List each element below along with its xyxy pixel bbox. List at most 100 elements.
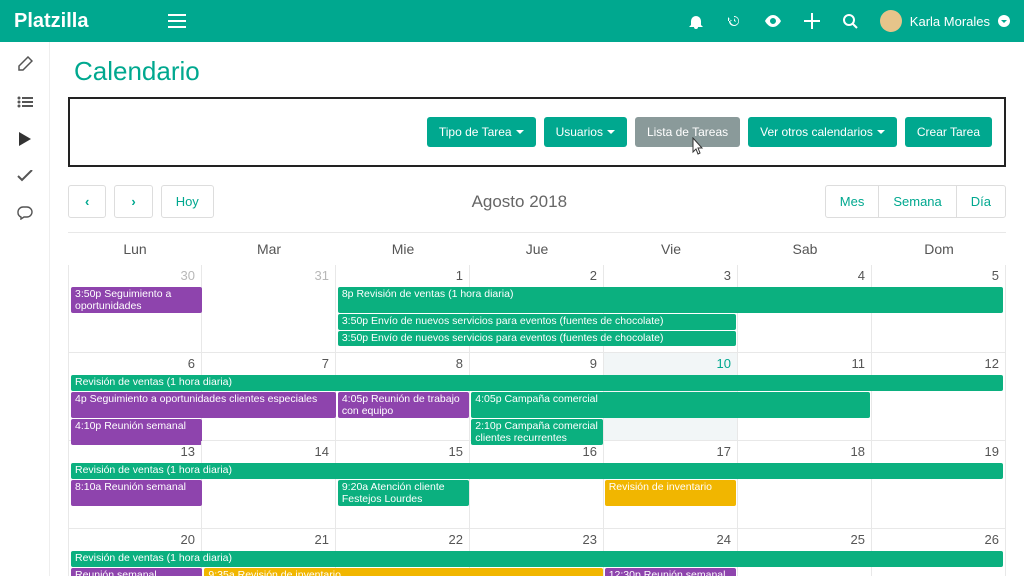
day-number: 4 xyxy=(858,268,865,283)
search-icon[interactable] xyxy=(842,13,858,29)
calendar-event[interactable]: 3:50p Envío de nuevos servicios para eve… xyxy=(338,314,736,330)
week-row: 30 31 1 2 3 4 5 3:50p Seguimiento a oportunidad… xyxy=(68,265,1006,353)
calendar-event[interactable]: Revisión de ventas (1 hora diaria) xyxy=(71,551,1003,567)
history-icon[interactable] xyxy=(726,13,742,29)
ver-otros-button[interactable]: Ver otros calendarios xyxy=(748,117,897,147)
view-week-button[interactable]: Semana xyxy=(878,185,956,218)
day-number: 22 xyxy=(449,532,463,547)
prev-button[interactable]: ‹ xyxy=(68,185,106,218)
left-sidebar xyxy=(0,42,50,576)
day-number: 26 xyxy=(985,532,999,547)
caret-down-icon xyxy=(607,130,615,134)
calendar-event[interactable]: Revisión de ventas (1 hora diaria) xyxy=(71,463,1003,479)
week-row: 13 14 15 16 17 18 19 Revisión de ventas (1 hora… xyxy=(68,441,1006,529)
day-number: 18 xyxy=(851,444,865,459)
calendar-event[interactable]: 4:05p Reunión de trabajo con equipo xyxy=(338,392,469,418)
dow-label: Dom xyxy=(872,233,1006,265)
day-number: 11 xyxy=(852,356,866,371)
calendar-event[interactable]: Revisión de ventas (1 hora diaria) xyxy=(71,375,1003,391)
calendar-event[interactable]: 8:10a Reunión semanal xyxy=(71,480,202,506)
day-number: 30 xyxy=(181,268,195,283)
eye-icon[interactable] xyxy=(764,15,782,27)
dow-label: Lun xyxy=(68,233,202,265)
day-number: 19 xyxy=(985,444,999,459)
plus-icon[interactable] xyxy=(804,13,820,29)
day-cell[interactable]: 14 xyxy=(202,441,336,529)
day-number: 17 xyxy=(717,444,731,459)
caret-down-icon xyxy=(516,130,524,134)
dow-label: Sab xyxy=(738,233,872,265)
usuarios-button[interactable]: Usuarios xyxy=(544,117,627,147)
chevron-down-icon xyxy=(998,15,1010,27)
calendar-grid: LunMarMieJueVieSabDom 3031123453:50p Seg… xyxy=(68,232,1006,576)
calendar-event[interactable]: 4:05p Campaña comercial xyxy=(471,392,869,418)
day-number: 8 xyxy=(456,356,463,371)
day-number: 7 xyxy=(322,356,329,371)
view-month-button[interactable]: Mes xyxy=(825,185,880,218)
day-number: 15 xyxy=(449,444,463,459)
play-icon[interactable] xyxy=(19,132,31,146)
calendar-event[interactable]: 3:50p Seguimiento a oportunidades xyxy=(71,287,202,313)
day-cell[interactable]: 19 xyxy=(872,441,1006,529)
day-number: 3 xyxy=(724,268,731,283)
calendar-event[interactable]: 12:30p Reunión semanal xyxy=(605,568,736,576)
day-cell[interactable]: 12 xyxy=(872,353,1006,441)
current-period: Agosto 2018 xyxy=(222,192,817,212)
user-name: Karla Morales xyxy=(910,14,990,29)
check-icon[interactable] xyxy=(17,170,33,182)
lista-tareas-button[interactable]: Lista de Tareas xyxy=(635,117,740,147)
day-cell[interactable]: 16 xyxy=(470,441,604,529)
dow-label: Jue xyxy=(470,233,604,265)
calendar-event[interactable]: 8p Revisión de ventas (1 hora diaria) xyxy=(338,287,1003,313)
dow-label: Mar xyxy=(202,233,336,265)
user-menu[interactable]: Karla Morales xyxy=(880,10,1010,32)
day-number: 14 xyxy=(315,444,329,459)
main-content: Calendario Tipo de Tarea Usuarios Lista … xyxy=(50,42,1024,576)
hamburger-icon[interactable] xyxy=(168,14,186,28)
day-number: 12 xyxy=(985,356,999,371)
calendar-event[interactable]: 3:50p Envío de nuevos servicios para eve… xyxy=(338,331,736,347)
calendar-event[interactable]: 9:20a Atención cliente Festejos Lourdes xyxy=(338,480,469,506)
list-icon[interactable] xyxy=(17,96,33,108)
week-row: 6 7 8 9 10 11 12 Revisión de ventas (1 hora dia… xyxy=(68,353,1006,441)
day-number: 10 xyxy=(717,356,731,371)
view-day-button[interactable]: Día xyxy=(956,185,1006,218)
calendar-event[interactable]: Reunión semanal xyxy=(71,568,202,576)
day-cell[interactable]: 18 xyxy=(738,441,872,529)
calendar-event[interactable]: 4p Seguimiento a oportunidades clientes … xyxy=(71,392,336,418)
day-number: 5 xyxy=(992,268,999,283)
view-switch: Mes Semana Día xyxy=(825,185,1006,218)
caret-down-icon xyxy=(877,130,885,134)
page-title: Calendario xyxy=(74,56,1006,87)
brand-logo: Platzilla xyxy=(14,10,88,33)
dow-label: Mie xyxy=(336,233,470,265)
today-button[interactable]: Hoy xyxy=(161,185,214,218)
day-number: 1 xyxy=(456,268,463,283)
top-bar: Platzilla Karla Morales xyxy=(0,0,1024,42)
day-number: 21 xyxy=(315,532,329,547)
bell-icon[interactable] xyxy=(688,13,704,29)
day-number: 25 xyxy=(851,532,865,547)
edit-icon[interactable] xyxy=(17,56,33,72)
day-number: 24 xyxy=(717,532,731,547)
chat-icon[interactable] xyxy=(17,206,33,220)
day-number: 23 xyxy=(583,532,597,547)
day-number: 6 xyxy=(188,356,195,371)
day-of-week-row: LunMarMieJueVieSabDom xyxy=(68,233,1006,265)
tipo-tarea-button[interactable]: Tipo de Tarea xyxy=(427,117,536,147)
next-button[interactable]: › xyxy=(114,185,152,218)
day-number: 13 xyxy=(181,444,195,459)
day-number: 2 xyxy=(590,268,597,283)
calendar-event[interactable]: 9:35a Revisión de inventario xyxy=(204,568,602,576)
day-cell[interactable]: 31 xyxy=(202,265,336,353)
calendar-nav: ‹ › Hoy Agosto 2018 Mes Semana Día xyxy=(68,185,1006,218)
week-row: 20 21 22 23 24 25 26 Revisión de ventas (1 hora… xyxy=(68,529,1006,576)
toolbar-panel: Tipo de Tarea Usuarios Lista de Tareas V… xyxy=(68,97,1006,167)
day-number: 16 xyxy=(583,444,597,459)
crear-tarea-button[interactable]: Crear Tarea xyxy=(905,117,992,147)
day-number: 9 xyxy=(590,356,597,371)
dow-label: Vie xyxy=(604,233,738,265)
calendar-event[interactable]: Revisión de inventario xyxy=(605,480,736,506)
day-number: 20 xyxy=(181,532,195,547)
day-number: 31 xyxy=(315,268,329,283)
